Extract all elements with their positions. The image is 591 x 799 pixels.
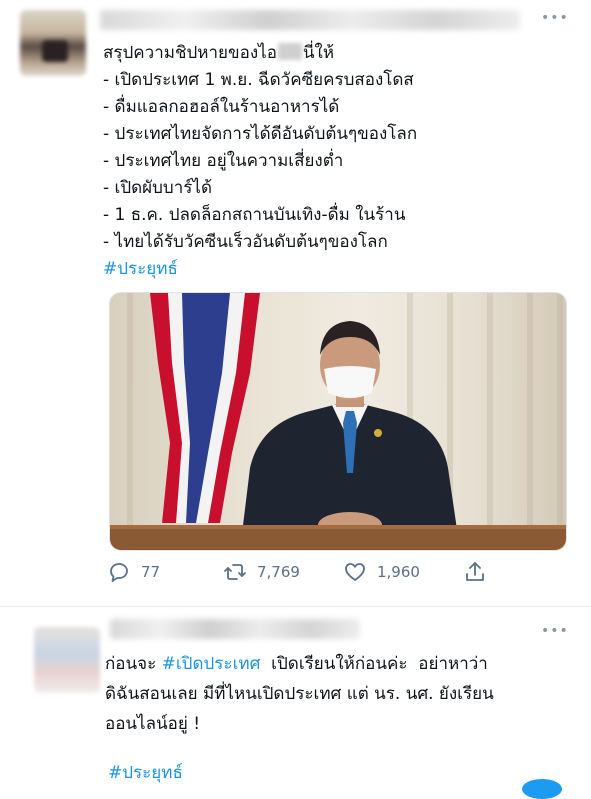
like-count: 1,960 — [377, 563, 420, 581]
tweet-photo[interactable] — [109, 292, 567, 551]
redacted-word — [277, 43, 302, 60]
tweet-line: - 1 ธ.ค. ปลดล็อกสถานบันเทิง-ดื่ม ในร้าน — [103, 205, 406, 225]
tweet-line-text: เปิดเรียนให้ก่อนค่ะ อย่าหาว่า — [260, 654, 488, 674]
tweet-line-text: นี่ให้ — [302, 43, 335, 63]
retweet-icon — [224, 564, 246, 580]
tweet-text: ก่อนจะ #เปิดประเทศ เปิดเรียนให้ก่อนค่ะ อ… — [105, 649, 575, 739]
tweet-line: - ดื่มแอลกอฮอล์ในร้านอาหารได้ — [103, 97, 340, 117]
tweet-line: ก่อนจะ #เปิดประเทศ เปิดเรียนให้ก่อนค่ะ อ… — [105, 649, 575, 679]
avatar[interactable] — [34, 627, 100, 693]
tweet-line: - เปิดผับบาร์ได้ — [103, 178, 212, 198]
tweet-line: - ประเทศไทย อยู่ในความเสี่ยงต่ำ — [103, 151, 344, 171]
hashtag-link[interactable]: #เปิดประเทศ — [162, 654, 261, 674]
tweet-line: - ไทยได้รับวัคซีนเร็วอันดับต้นๆของโลก — [103, 232, 388, 252]
retweet-button[interactable]: 7,769 — [223, 560, 300, 584]
tweet-actions: 77 7,769 1,960 — [103, 560, 573, 590]
photo-illustration — [110, 293, 566, 550]
compose-button-partial[interactable] — [522, 779, 562, 799]
more-options-icon[interactable]: ••• — [541, 623, 569, 639]
more-options-icon[interactable]: ••• — [541, 10, 569, 26]
redacted-username[interactable] — [100, 10, 520, 30]
reply-icon — [110, 563, 128, 582]
hashtag-link[interactable]: #ประยุทธ์ — [108, 759, 183, 786]
tweet-line: - เปิดประเทศ 1 พ.ย. ฉีดวัคซียครบสองโดส — [103, 70, 414, 90]
tweet-line: ดิฉันสอนเลย มีที่ไหนเปิดประเทศ แต่ นร. น… — [105, 684, 494, 704]
reply-button[interactable]: 77 — [107, 560, 160, 584]
tweet-line-text: ก่อนจะ — [105, 654, 162, 674]
avatar[interactable] — [20, 10, 86, 76]
tweet-line-text: สรุปความชิปหายของไอ — [103, 43, 277, 63]
reply-count: 77 — [141, 563, 161, 581]
hashtag-link[interactable]: #ประยุทธ์ — [103, 256, 573, 283]
tweet-line: สรุปความชิปหายของไอ นี่ให้ — [103, 40, 573, 67]
tweet-line: ออนไลน์อยู่ ! — [105, 714, 201, 734]
tweet-line: - ประเทศไทยจัดการได้ดีอันดับต้นๆของโลก — [103, 124, 418, 144]
heart-icon — [345, 563, 365, 581]
tweet-text: สรุปความชิปหายของไอ นี่ให้ - เปิดประเทศ 1… — [103, 40, 573, 283]
like-button[interactable]: 1,960 — [343, 560, 420, 584]
tweet-2[interactable]: ••• ก่อนจะ #เปิดประเทศ เปิดเรียนให้ก่อนค… — [0, 607, 591, 799]
share-icon — [466, 562, 484, 581]
tweet-1[interactable]: ••• สรุปความชิปหายของไอ นี่ให้ - เปิดประเ… — [0, 0, 591, 606]
share-button[interactable] — [463, 560, 487, 584]
retweet-count: 7,769 — [257, 563, 300, 581]
redacted-username[interactable] — [110, 619, 360, 639]
